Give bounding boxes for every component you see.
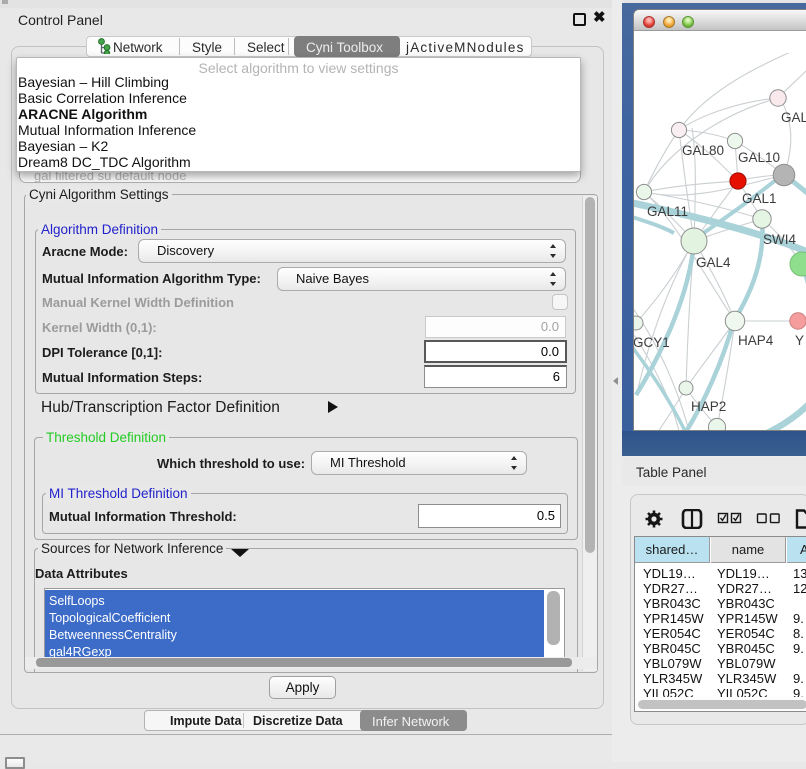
svg-text:HAP2: HAP2 [691, 399, 726, 414]
svg-text:GAL1: GAL1 [742, 191, 777, 206]
svg-text:GCY1: GCY1 [634, 335, 670, 350]
svg-text:GAL80: GAL80 [682, 143, 724, 158]
svg-text:GAL4: GAL4 [696, 255, 731, 270]
svg-text:GAL11: GAL11 [647, 204, 688, 219]
svg-text:GAL10: GAL10 [738, 150, 780, 165]
svg-text:HAP4: HAP4 [738, 333, 774, 348]
svg-text:GAL2: GAL2 [781, 110, 806, 125]
svg-text:SWI4: SWI4 [763, 232, 796, 247]
svg-text:Y: Y [795, 333, 804, 348]
